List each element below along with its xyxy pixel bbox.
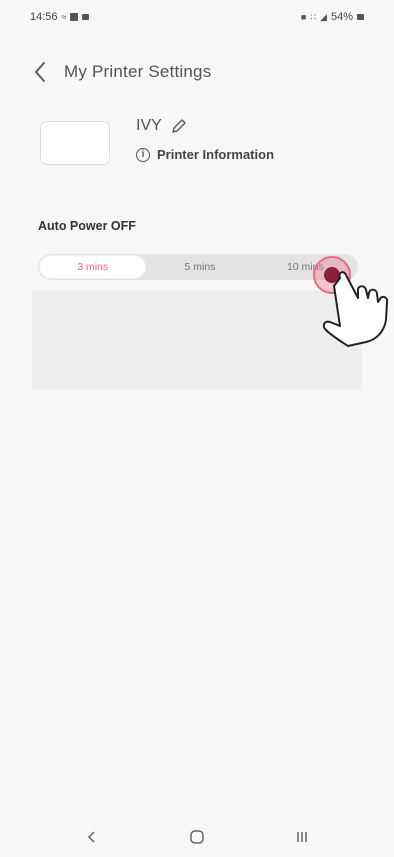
pointing-hand-icon	[322, 271, 389, 347]
wifi-icon: ∷	[310, 11, 317, 22]
settings-panel-background	[32, 290, 362, 390]
nav-recents-button[interactable]	[282, 822, 322, 852]
gallery-icon	[70, 13, 79, 21]
auto-power-off-label: Auto Power OFF	[38, 219, 136, 233]
system-nav-bar	[0, 816, 394, 857]
nav-back-button[interactable]	[72, 822, 112, 852]
app-header: My Printer Settings	[0, 54, 394, 90]
page-title: My Printer Settings	[64, 62, 212, 81]
wifi-share-icon: ≈	[61, 12, 67, 22]
status-right: ■ ∷ ◢ 54%	[301, 11, 364, 23]
nav-home-icon	[190, 829, 204, 844]
status-left: 14:56 ≈	[30, 11, 90, 23]
notification-icon	[82, 14, 90, 20]
printer-information-label: Printer Information	[157, 147, 275, 162]
battery-icon	[357, 14, 364, 20]
status-time: 14:56	[30, 11, 58, 23]
nav-recents-icon	[296, 831, 307, 842]
printer-information-link[interactable]: i Printer Information	[136, 147, 274, 162]
battery-percent: 54%	[330, 11, 353, 23]
back-button[interactable]	[26, 58, 54, 86]
mute-icon: ■	[300, 12, 307, 22]
nav-home-button[interactable]	[177, 822, 217, 852]
chevron-left-icon	[35, 62, 45, 82]
option-3-mins[interactable]: 3 mins	[40, 256, 146, 278]
printer-name: IVY	[136, 117, 162, 134]
option-5-mins[interactable]: 5 mins	[147, 254, 252, 280]
nav-back-icon	[88, 830, 95, 843]
phone-screen: 14:56 ≈ ■ ∷ ◢ 54% My Printer Settings IV…	[0, 0, 394, 857]
status-bar: 14:56 ≈ ■ ∷ ◢ 54%	[0, 0, 394, 34]
auto-power-off-selector[interactable]: 3 mins 5 mins 10 mins	[38, 254, 358, 280]
signal-icon: ◢	[320, 11, 327, 22]
printer-thumbnail	[40, 121, 110, 165]
info-circle-icon: i	[136, 147, 150, 162]
printer-name-row: IVY	[136, 117, 188, 135]
pencil-icon[interactable]	[170, 117, 188, 135]
